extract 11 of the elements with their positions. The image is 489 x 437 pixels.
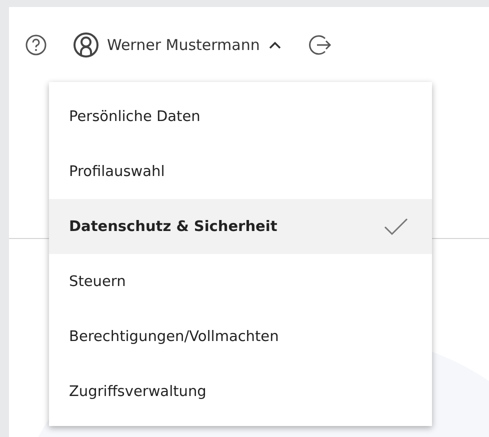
- help-icon[interactable]: [25, 34, 47, 56]
- menu-item[interactable]: Profilauswahl: [49, 144, 432, 199]
- logout-icon[interactable]: [308, 33, 332, 57]
- menu-item[interactable]: Steuern: [49, 254, 432, 309]
- user-icon: [73, 32, 99, 58]
- menu-item[interactable]: Persönliche Daten: [49, 89, 432, 144]
- menu-item[interactable]: Berechtigungen/Vollmachten: [49, 309, 432, 364]
- user-menu-button[interactable]: Werner Mustermann: [73, 32, 282, 58]
- menu-item[interactable]: Datenschutz & Sicherheit: [49, 199, 432, 254]
- menu-item[interactable]: Zugriffsverwaltung: [49, 364, 432, 419]
- check-icon: [384, 218, 408, 236]
